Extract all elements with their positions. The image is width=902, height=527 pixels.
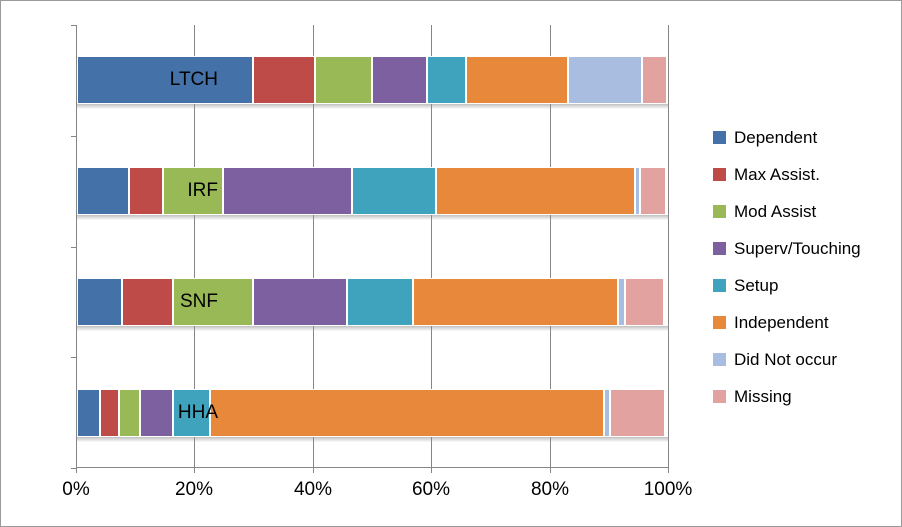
- y-axis-line: [76, 25, 77, 468]
- x-tick-label: 0%: [62, 479, 90, 500]
- bar-shadow: [77, 104, 669, 110]
- bar-segment[interactable]: [223, 167, 353, 216]
- x-tick-mark: [313, 468, 314, 473]
- bar-shadow: [77, 436, 669, 442]
- bar-shadow: [77, 215, 669, 221]
- y-tick-mark: [71, 136, 76, 137]
- x-tick-label: 40%: [293, 479, 333, 500]
- bar-segment[interactable]: [642, 56, 668, 105]
- x-tick-label: 100%: [643, 479, 693, 500]
- bar-segment[interactable]: [314, 56, 372, 105]
- legend-label: Superv/Touching: [734, 238, 861, 258]
- legend: Dependent Max Assist. Mod Assist Superv/Tou…: [713, 119, 895, 415]
- legend-swatch-icon: [713, 316, 726, 329]
- legend-item[interactable]: Independent: [713, 304, 895, 341]
- bar-segment[interactable]: [435, 167, 636, 216]
- legend-swatch-icon: [713, 353, 726, 366]
- x-axis-line: [76, 467, 668, 468]
- y-tick-mark: [71, 468, 76, 469]
- x-tick-label: 80%: [530, 479, 570, 500]
- legend-label: Did Not occur: [734, 349, 837, 369]
- legend-item[interactable]: Mod Assist: [713, 193, 895, 230]
- bar-segment[interactable]: [427, 56, 466, 105]
- legend-item[interactable]: Missing: [713, 378, 895, 415]
- legend-swatch-icon: [713, 131, 726, 144]
- x-tick-mark: [194, 468, 195, 473]
- legend-label: Independent: [734, 312, 829, 332]
- legend-item[interactable]: Dependent: [713, 119, 895, 156]
- bar-segment[interactable]: [253, 277, 347, 326]
- bar-segment[interactable]: [352, 167, 436, 216]
- bar-segment[interactable]: [625, 277, 665, 326]
- bar-segment[interactable]: [618, 277, 626, 326]
- y-tick-mark: [71, 357, 76, 358]
- category-label-irf: IRF: [187, 180, 218, 202]
- bar-segment[interactable]: [371, 56, 428, 105]
- category-label-hha: HHA: [177, 401, 218, 423]
- legend-label: Dependent: [734, 127, 818, 147]
- legend-swatch-icon: [713, 279, 726, 292]
- y-tick-mark: [71, 247, 76, 248]
- y-tick-mark: [71, 25, 76, 26]
- legend-item[interactable]: Did Not occur: [713, 341, 895, 378]
- x-tick-mark: [76, 468, 77, 473]
- bar-segment[interactable]: [77, 388, 101, 437]
- bar-segment[interactable]: [609, 388, 666, 437]
- legend-label: Max Assist.: [734, 164, 820, 184]
- bar-segment[interactable]: [465, 56, 569, 105]
- legend-label: Missing: [734, 386, 792, 406]
- legend-swatch-icon: [713, 242, 726, 255]
- legend-item[interactable]: Setup: [713, 267, 895, 304]
- bar-segment[interactable]: [210, 388, 605, 437]
- category-label-ltch: LTCH: [169, 69, 218, 91]
- x-tick-label: 60%: [411, 479, 451, 500]
- legend-item[interactable]: Superv/Touching: [713, 230, 895, 267]
- legend-swatch-icon: [713, 390, 726, 403]
- chart-container: LTCH IRF SNF HHA 0% 20% 40% 60% 80% 100% Depende…: [0, 0, 902, 527]
- legend-swatch-icon: [713, 168, 726, 181]
- x-tick-label: 20%: [174, 479, 214, 500]
- bar-segment[interactable]: [568, 56, 643, 105]
- bar-segment[interactable]: [346, 277, 413, 326]
- legend-label: Mod Assist: [734, 201, 817, 221]
- legend-swatch-icon: [713, 205, 726, 218]
- bar-shadow: [77, 325, 669, 331]
- x-tick-mark: [431, 468, 432, 473]
- plot-area: [71, 25, 669, 473]
- bar-segment[interactable]: [253, 56, 315, 105]
- bar-segment[interactable]: [412, 277, 619, 326]
- x-tick-mark: [550, 468, 551, 473]
- category-label-snf: SNF: [180, 290, 218, 312]
- x-tick-mark: [668, 468, 669, 473]
- legend-item[interactable]: Max Assist.: [713, 156, 895, 193]
- bar-segment[interactable]: [639, 167, 667, 216]
- legend-label: Setup: [734, 275, 779, 295]
